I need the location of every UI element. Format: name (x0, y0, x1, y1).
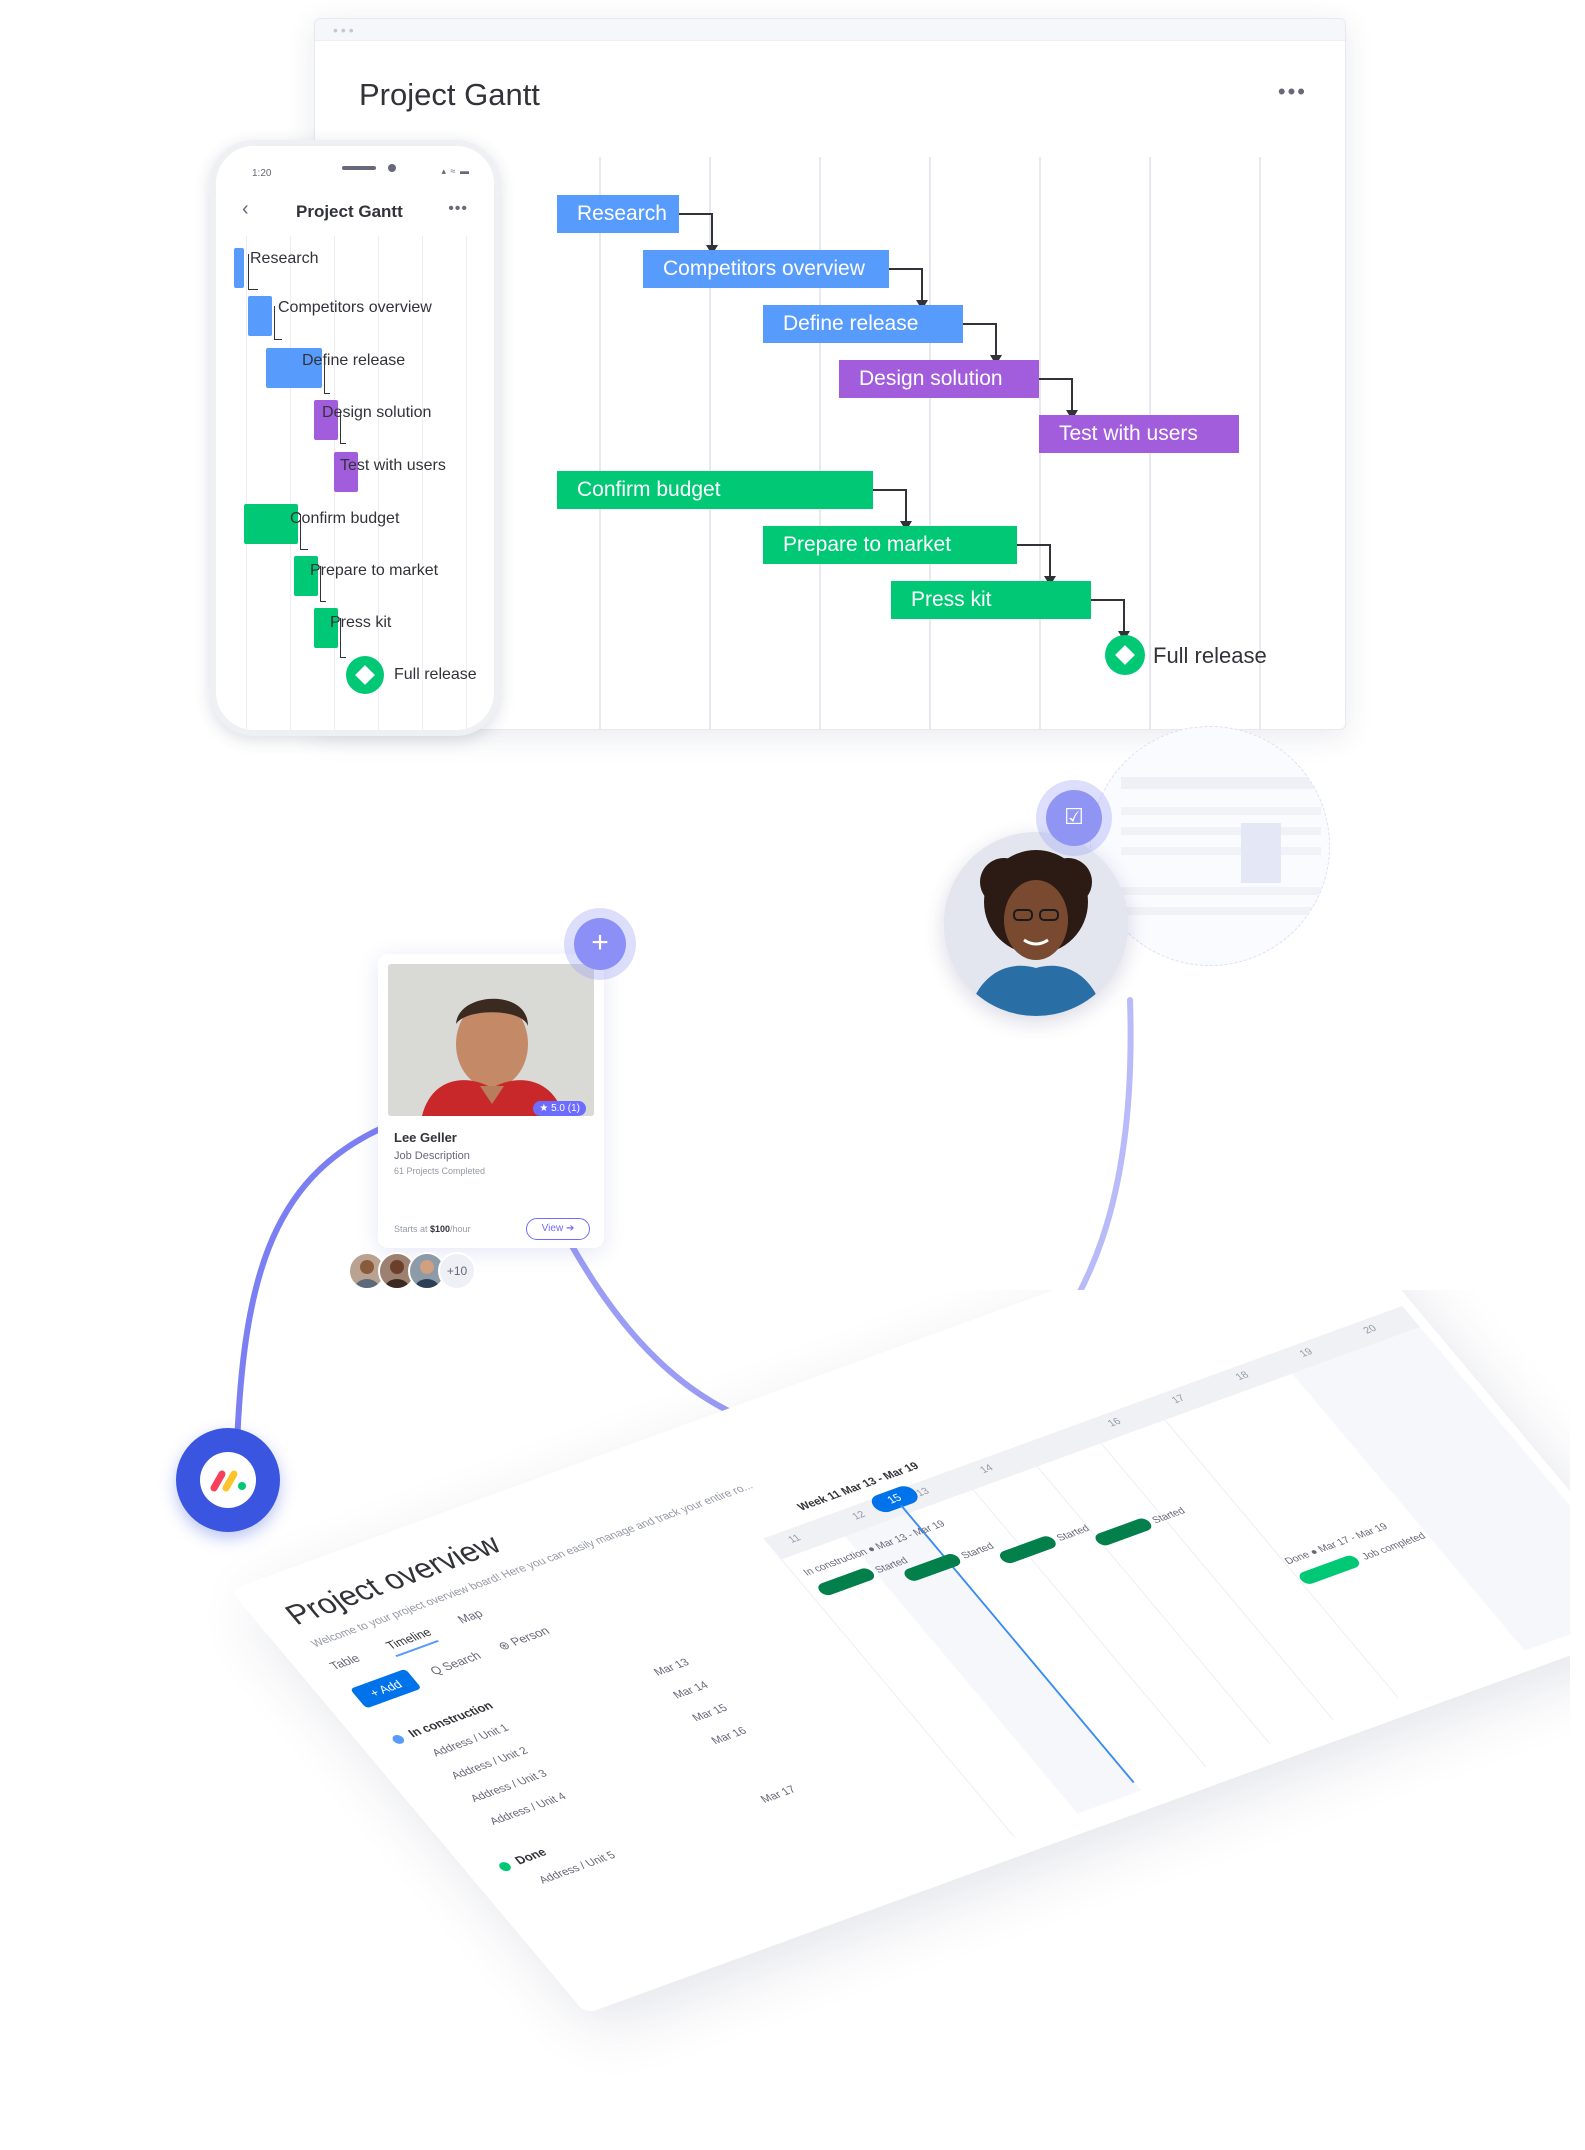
extra-count-badge[interactable]: +10 (438, 1252, 476, 1290)
group-header-done[interactable]: Done (495, 1845, 550, 1873)
profile-projects: 61 Projects Completed (394, 1166, 486, 1176)
man-portrait-image (388, 964, 594, 1116)
tab-table[interactable]: Table (327, 1651, 364, 1672)
timeline-bar[interactable] (1092, 1516, 1155, 1548)
timeline-gridline (1036, 1466, 1271, 1744)
add-button[interactable]: + (574, 918, 626, 970)
day-label: 14 (977, 1462, 996, 1476)
profile-name: Lee Geller (394, 1130, 457, 1145)
list-item[interactable]: Address / Unit 4 (487, 1791, 569, 1828)
weekend-column (845, 1513, 1142, 1814)
day-label: 20 (1361, 1323, 1380, 1337)
day-label: 12 (850, 1509, 869, 1523)
price-prefix: Starts at (394, 1224, 431, 1234)
group-dot-icon (496, 1860, 514, 1873)
timeline-bar-label: Started (1054, 1523, 1093, 1544)
profile-photo: ★ 5.0 (1) (388, 964, 594, 1116)
woman-portrait-image (944, 832, 1128, 1016)
weekend-column (1292, 1327, 1570, 1651)
project-overview-wrapper: Project overview Welcome to your project… (70, 1290, 1570, 2150)
project-overview-board: Project overview Welcome to your project… (230, 1290, 1570, 2014)
row-date: Mar 15 (689, 1702, 731, 1724)
day-label: 18 (1233, 1369, 1252, 1383)
view-button[interactable]: View ➔ (526, 1218, 590, 1240)
calendar-check-icon[interactable]: ☑ (1046, 790, 1102, 846)
group-dot-icon (390, 1733, 407, 1746)
day-label: 16 (1105, 1416, 1124, 1430)
timeline-gridline (1100, 1443, 1335, 1721)
profile-price: Starts at $100/hour (394, 1224, 471, 1234)
row-date: Mar 17 (758, 1783, 799, 1806)
row-date: Mar 13 (651, 1656, 693, 1679)
price-suffix: /hour (450, 1224, 471, 1234)
tab-timeline[interactable]: Timeline (382, 1625, 439, 1658)
add-item-button[interactable]: + Add (349, 1668, 422, 1709)
day-label: 17 (1169, 1393, 1188, 1406)
board-toolbar: + Add Q Search ⊛ Person (349, 1614, 573, 1709)
row-date: Mar 14 (670, 1679, 712, 1702)
tab-map[interactable]: Map (454, 1607, 486, 1626)
price-value: $100 (430, 1224, 451, 1234)
row-date: Mar 16 (709, 1725, 750, 1747)
timeline-bar-label: Started (958, 1541, 997, 1562)
person-filter-button[interactable]: ⊛ Person (495, 1624, 553, 1653)
timeline-bar[interactable] (996, 1534, 1059, 1565)
day-label: 19 (1297, 1346, 1316, 1360)
profile-job: Job Description (394, 1150, 470, 1162)
search-button[interactable]: Q Search (427, 1649, 484, 1678)
rating-badge: ★ 5.0 (1) (533, 1101, 586, 1116)
timeline-day-header: 11 12 13 14 16 17 18 19 20 (763, 1305, 1421, 1560)
day-label: 11 (786, 1532, 804, 1546)
timeline-gridline (1164, 1419, 1399, 1698)
profile-card[interactable]: ★ 5.0 (1) Lee Geller Job Description 61 … (378, 954, 604, 1248)
group-label: Done (511, 1845, 550, 1868)
